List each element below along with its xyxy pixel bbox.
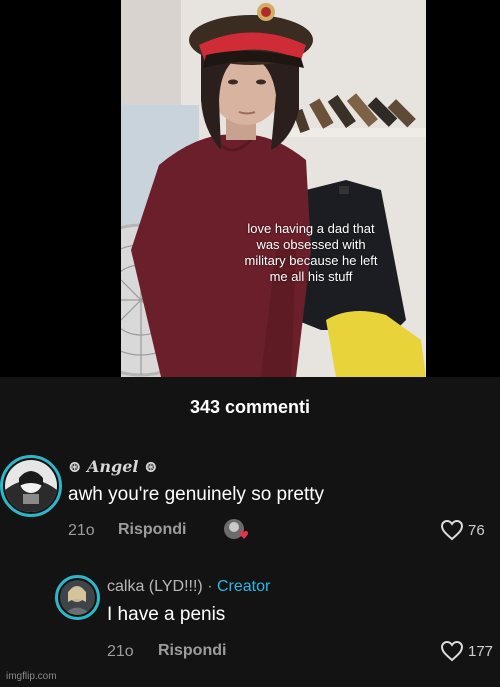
username-label: calka (LYD!!!) — [107, 578, 203, 595]
username-symbol-icon: ⊛ — [144, 457, 158, 476]
username-symbol-icon: ⊛ — [68, 457, 82, 476]
video-frame[interactable] — [121, 0, 426, 377]
reply-button[interactable]: Rispondi — [158, 642, 226, 660]
video-caption: love having a dad that was obsessed with… — [200, 221, 422, 285]
reply-username[interactable]: calka (LYD!!!) · Creator — [107, 578, 270, 596]
separator-dot: · — [207, 578, 213, 595]
caption-line: love having a dad that — [247, 221, 375, 236]
reply-time: 21o — [107, 643, 134, 660]
video-image — [121, 0, 426, 377]
reply-text: I have a penis — [107, 604, 226, 625]
watermark: imgflip.com — [6, 671, 57, 682]
reply-button[interactable]: Rispondi — [118, 521, 186, 539]
comment-count: 343 commenti — [189, 397, 311, 417]
caption-line: military because he left — [244, 253, 378, 268]
creator-badge: Creator — [216, 578, 271, 595]
video-area: love having a dad that was obsessed with… — [0, 0, 500, 377]
username-label: Angel — [86, 457, 139, 476]
avatar-angel[interactable] — [0, 455, 62, 517]
creator-liked-icon — [223, 517, 249, 543]
avatar-image — [60, 580, 95, 615]
avatar-creator[interactable] — [55, 575, 100, 620]
like-count: 177 — [468, 643, 494, 660]
caption-line: was obsessed with — [256, 237, 366, 252]
like-heart-icon[interactable] — [440, 519, 464, 541]
comment-time: 21o — [68, 522, 95, 539]
like-heart-icon[interactable] — [440, 640, 464, 662]
comment-username[interactable]: ⊛ Angel ⊛ — [68, 457, 157, 476]
like-count: 76 — [468, 522, 485, 539]
caption-line: me all his stuff — [269, 269, 353, 284]
avatar-image — [5, 460, 57, 512]
comment-text: awh you're genuinely so pretty — [68, 484, 325, 505]
